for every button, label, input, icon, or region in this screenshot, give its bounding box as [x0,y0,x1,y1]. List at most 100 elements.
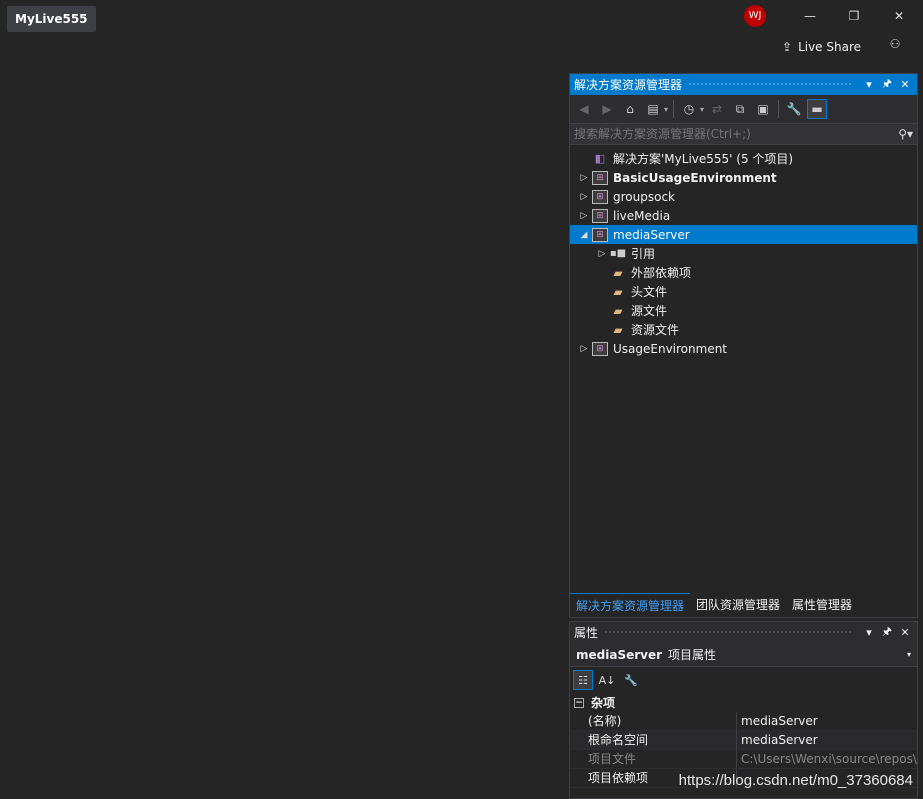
tab-property-manager[interactable]: 属性管理器 [786,593,858,617]
drag-grip[interactable] [688,82,853,87]
expand-arrow-icon[interactable]: ▷ [596,249,608,259]
live-share-button[interactable]: ⇪ Live Share [782,37,861,57]
collapse-all-icon[interactable]: ⧉ [730,99,750,119]
tree-item-resource-files[interactable]: ▰ 资源文件 [570,320,917,339]
chevron-down-icon: ▾ [906,650,911,659]
tree-item-label: 源文件 [631,304,668,318]
pin-icon[interactable]: 🖈 [879,75,895,94]
close-button[interactable]: ✕ [889,6,909,26]
home-icon[interactable]: ⌂ [620,99,640,119]
tree-item-label: 解决方案'MyLive555' (5 个项目) [613,152,794,166]
alphabetical-icon[interactable]: A↓ [597,670,617,690]
sync-icon[interactable]: ⇄ [707,99,727,119]
solution-search-box[interactable]: ⚲▾ [570,123,917,145]
property-value[interactable]: C:\Users\Wenxi\source\repos\ [736,750,917,769]
tree-item-label: 资源文件 [631,323,680,337]
minimize-button[interactable]: — [800,6,820,26]
expand-arrow-icon[interactable]: ▷ [578,211,590,221]
tree-item-references[interactable]: ▷ ▪■ 引用 [570,244,917,263]
watermark: https://blog.csdn.net/m0_37360684 [678,772,913,789]
solution-explorer-header: 解决方案资源管理器 ▾ 🖈 ✕ [570,74,917,95]
tree-item-mediaserver[interactable]: ◢ ⊞ mediaServer [570,225,917,244]
show-all-files-icon[interactable]: ▣ [753,99,773,119]
app-title: MyLive555 [7,6,96,32]
expand-arrow-icon[interactable]: ▷ [578,344,590,354]
object-type: 项目属性 [668,648,717,662]
tree-item-groupsock[interactable]: ▷ ⊞ groupsock [570,187,917,206]
tab-team-explorer[interactable]: 团队资源管理器 [690,593,786,617]
tree-item-label: mediaServer [613,227,690,242]
property-row[interactable]: (名称) mediaServer [570,712,917,731]
pin-icon[interactable]: 🖈 [879,623,895,642]
tree-item-source-files[interactable]: ▰ 源文件 [570,301,917,320]
expand-arrow-icon[interactable]: ▷ [578,173,590,183]
search-icon[interactable]: ⚲▾ [898,127,913,141]
tree-item-solution[interactable]: ◧ 解决方案'MyLive555' (5 个项目) [570,149,917,168]
back-icon[interactable]: ◀ [574,99,594,119]
live-share-label: Live Share [798,40,862,54]
project-icon: ⊞ [592,208,608,223]
property-pages-wrench-icon[interactable]: 🔧 [621,670,641,690]
tree-item-basicusageenvironment[interactable]: ▷ ⊞ BasicUsageEnvironment [570,168,917,187]
project-icon: ⊞ [592,170,608,185]
collapse-box-icon[interactable]: − [574,697,584,708]
property-category[interactable]: − 杂项 [570,693,917,712]
tree-item-label: BasicUsageEnvironment [613,170,777,185]
solution-explorer-toolbar: ◀ ▶ ⌂ ▤ ▾ ◷ ▾ ⇄ ⧉ ▣ 🔧 ▬ [570,95,917,123]
folder-icon: ▰ [613,322,623,337]
solution-explorer-title: 解决方案资源管理器 [574,78,683,92]
collapse-arrow-icon[interactable]: ◢ [578,230,590,240]
restore-button[interactable]: ❐ [844,6,864,26]
properties-wrench-icon[interactable]: 🔧 [784,99,804,119]
panel-close-icon[interactable]: ✕ [897,626,913,639]
categorized-icon[interactable]: ☷ [573,670,593,690]
solution-search-input[interactable] [574,127,899,141]
project-icon: ⊞ [592,341,608,356]
properties-toolbar: ☷ A↓ 🔧 [570,667,917,693]
window-position-dropdown-icon[interactable]: ▾ [861,78,877,91]
switch-views-dropdown-icon[interactable]: ▾ [664,105,668,114]
tree-item-label: 外部依赖项 [631,266,692,280]
preview-selected-icon[interactable]: ▬ [807,99,828,119]
property-value[interactable]: mediaServer [736,731,917,750]
pending-changes-filter-icon[interactable]: ◷ [679,99,699,119]
tree-item-livemedia[interactable]: ▷ ⊞ liveMedia [570,206,917,225]
toolbar-separator [673,100,675,118]
solution-icon: ◧ [594,152,606,165]
tree-item-header-files[interactable]: ▰ 头文件 [570,282,917,301]
switch-views-icon[interactable]: ▤ [643,99,663,119]
tree-item-external-dependencies[interactable]: ▰ 外部依赖项 [570,263,917,282]
folder-icon: ▰ [613,284,623,299]
tree-item-label: UsageEnvironment [613,341,728,356]
expand-arrow-icon[interactable]: ▷ [578,192,590,202]
folder-icon: ▰ [613,303,623,318]
drag-grip[interactable] [604,630,853,635]
tree-item-label: groupsock [613,189,675,204]
property-key: 根命名空间 [570,731,736,750]
project-icon: ⊞ [592,189,608,204]
panel-close-icon[interactable]: ✕ [897,78,913,91]
share-icon: ⇪ [782,40,793,54]
property-key: (名称) [570,712,736,731]
external-dependencies-icon: ▰ [613,265,623,280]
tree-item-label: 头文件 [631,285,668,299]
tree-item-usageenvironment[interactable]: ▷ ⊞ UsageEnvironment [570,339,917,358]
window-position-dropdown-icon[interactable]: ▾ [861,626,877,639]
property-row[interactable]: 根命名空间 mediaServer [570,731,917,750]
account-avatar[interactable]: WJ [744,5,766,27]
object-name: mediaServer [576,647,663,662]
property-value[interactable]: mediaServer [736,712,917,731]
filter-dropdown-icon[interactable]: ▾ [700,105,704,114]
object-selector[interactable]: mediaServer 项目属性 ▾ [570,643,917,667]
category-label: 杂项 [591,696,616,710]
solution-tree: ◧ 解决方案'MyLive555' (5 个项目) ▷ ⊞ BasicUsage… [570,145,917,358]
feedback-icon[interactable]: ⚇ [886,37,904,55]
forward-icon[interactable]: ▶ [597,99,617,119]
tree-item-label: liveMedia [613,208,671,223]
references-icon: ▪■ [609,248,627,259]
property-row[interactable]: 项目文件 C:\Users\Wenxi\source\repos\ [570,750,917,769]
solution-explorer-tabs: 解决方案资源管理器 团队资源管理器 属性管理器 [570,593,917,617]
solution-explorer-panel: 解决方案资源管理器 ▾ 🖈 ✕ ◀ ▶ ⌂ ▤ ▾ ◷ ▾ ⇄ ⧉ ▣ 🔧 ▬ … [569,73,918,618]
tab-solution-explorer[interactable]: 解决方案资源管理器 [570,593,691,617]
properties-title: 属性 [574,626,599,640]
